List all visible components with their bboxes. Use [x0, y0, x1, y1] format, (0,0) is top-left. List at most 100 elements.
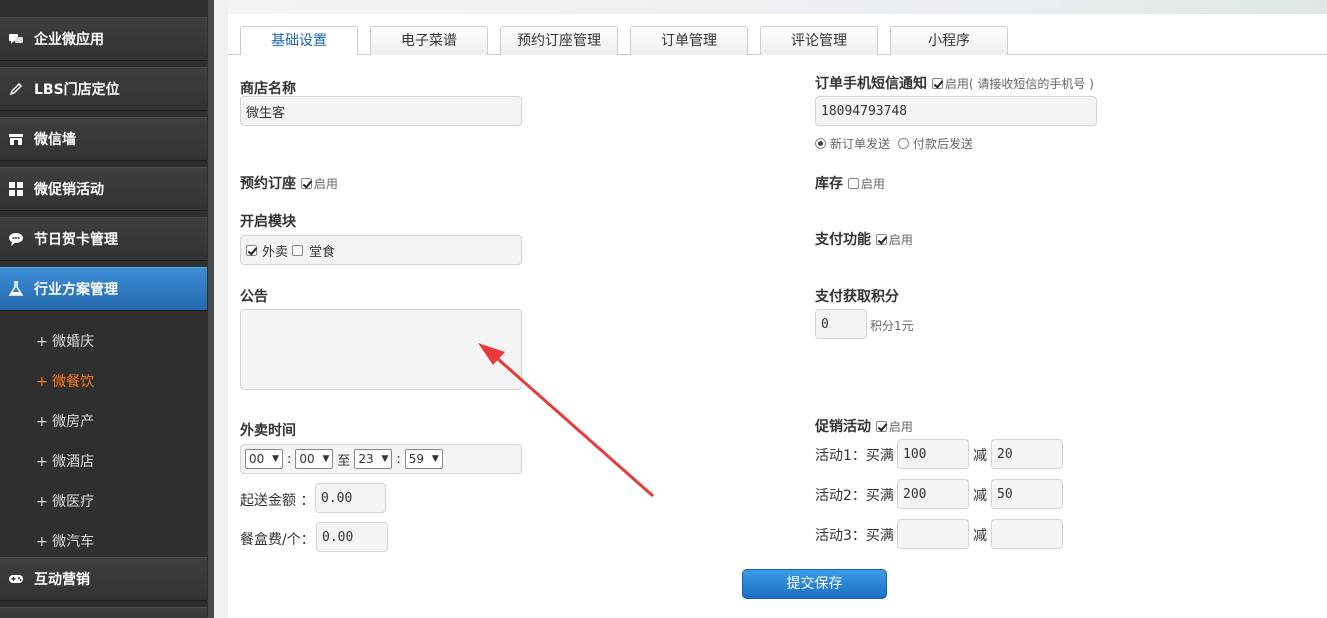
- flask-icon: [8, 281, 24, 297]
- nav-next[interactable]: [0, 607, 207, 618]
- sms-enable-text: 启用: [944, 77, 969, 91]
- tab-reviews[interactable]: 评论管理: [760, 26, 878, 55]
- tab-orders[interactable]: 订单管理: [630, 26, 748, 55]
- promo-checkbox[interactable]: [875, 421, 887, 432]
- promo-1-cut-input[interactable]: 20: [991, 439, 1063, 469]
- speech-icon: [8, 231, 24, 247]
- sms-label: 订单手机短信通知 启用( 请接收短信的手机号 ): [815, 73, 1094, 93]
- sms-checkbox[interactable]: [931, 78, 943, 89]
- nav-label: 节日贺卡管理: [34, 232, 118, 248]
- tab-reservations[interactable]: 预约订座管理: [500, 26, 618, 55]
- sub-item-real-estate[interactable]: + 微房产: [36, 411, 94, 431]
- new-order-radio[interactable]: [815, 138, 826, 149]
- promo-2-minus: 减: [973, 488, 987, 504]
- nav-promotion[interactable]: 微促销活动: [0, 167, 207, 211]
- nav-wechat-wall[interactable]: 微信墙: [0, 117, 207, 161]
- sms-send-options: 新订单发送 付款后发送: [815, 135, 973, 152]
- dinein-label: 堂食: [309, 244, 336, 260]
- to-hour-select[interactable]: 23 ▼: [354, 449, 393, 469]
- sms-hint: ( 请接收短信的手机号 ): [968, 77, 1094, 91]
- to-minute-select[interactable]: 59 ▼: [404, 449, 443, 469]
- box-fee-value: 0.00: [322, 529, 354, 545]
- payment-label-text: 支付功能: [815, 232, 871, 248]
- gamepad-icon: [8, 571, 24, 587]
- chat-bubbles-icon: [8, 31, 24, 47]
- top-band: [228, 0, 1327, 14]
- sub-item-auto[interactable]: + 微汽车: [36, 531, 94, 551]
- nav-industry-solutions[interactable]: 行业方案管理: [0, 267, 207, 311]
- nav-label: 互动营销: [34, 572, 90, 588]
- points-unit: 积分1元: [870, 319, 914, 333]
- nav-holiday-cards[interactable]: 节日贺卡管理: [0, 217, 207, 261]
- nav-interactive-marketing[interactable]: 互动营销: [0, 557, 207, 601]
- promo-2-cut-value: 50: [997, 486, 1013, 502]
- grid-icon: [8, 181, 24, 197]
- min-amount-value: 0.00: [321, 490, 353, 506]
- promo-3-label: 活动3：买满: [815, 528, 894, 544]
- to-hour-value: 23: [358, 452, 374, 466]
- min-amount-label: 起送金额 ：: [240, 493, 315, 509]
- points-label: 支付获取积分: [815, 289, 899, 305]
- sub-item-hotel[interactable]: + 微酒店: [36, 451, 94, 471]
- from-hour-select[interactable]: 00 ▼: [245, 449, 283, 469]
- promo-3-full-input[interactable]: [897, 519, 969, 549]
- stock-checkbox[interactable]: [847, 178, 859, 189]
- sms-phone-input[interactable]: 18094793748: [815, 96, 1097, 126]
- points-value: 0: [821, 316, 829, 332]
- points-input[interactable]: 0: [815, 309, 867, 339]
- tab-bar: 基础设置 电子菜谱 预约订座管理 订单管理 评论管理 小程序: [240, 26, 1020, 55]
- nav-enterprise-apps[interactable]: 企业微应用: [0, 17, 207, 61]
- takeout-checkbox[interactable]: [246, 244, 257, 256]
- payment-checkbox[interactable]: [875, 234, 887, 245]
- tab-mini-program[interactable]: 小程序: [890, 26, 1008, 55]
- nav-label: 微促销活动: [34, 182, 104, 198]
- main-content: 基础设置 电子菜谱 预约订座管理 订单管理 评论管理 小程序 商店名称 微生客 …: [214, 0, 1327, 618]
- sms-label-text: 订单手机短信通知: [815, 76, 927, 92]
- store-icon: [8, 131, 24, 147]
- after-pay-radio[interactable]: [897, 138, 909, 149]
- tab-e-menu[interactable]: 电子菜谱: [370, 26, 488, 55]
- sub-item-medical[interactable]: + 微医疗: [36, 491, 94, 511]
- promo-2-cut-input[interactable]: 50: [991, 479, 1063, 509]
- min-amount-input[interactable]: 0.00: [315, 483, 386, 513]
- promo-3-cut-input[interactable]: [991, 519, 1063, 549]
- reservation-checkbox[interactable]: [300, 178, 312, 189]
- sms-phone-value: 18094793748: [821, 103, 908, 119]
- submit-save-button[interactable]: 提交保存: [742, 569, 887, 599]
- after-pay-label: 付款后发送: [912, 137, 973, 151]
- reservation-enable-text: 启用: [313, 177, 338, 191]
- tab-basic-settings[interactable]: 基础设置: [240, 26, 358, 55]
- nav-lbs-location[interactable]: LBS门店定位: [0, 67, 207, 111]
- nav-label: 行业方案管理: [34, 282, 118, 298]
- promo-1-minus: 减: [973, 448, 987, 464]
- from-minute-value: 00: [299, 452, 315, 466]
- to-minute-value: 59: [408, 452, 425, 466]
- stock-enable-text: 启用: [860, 177, 885, 191]
- modules-label: 开启模块: [240, 214, 296, 230]
- promo-enable-text: 启用: [888, 420, 913, 434]
- chevron-down-icon: ▼: [322, 454, 330, 464]
- chevron-down-icon: ▼: [431, 454, 439, 464]
- takeout-label: 外卖: [262, 244, 289, 260]
- shop-name-input[interactable]: 微生客: [240, 96, 522, 126]
- from-minute-select[interactable]: 00 ▼: [295, 449, 334, 469]
- box-fee-label: 餐盒费/个：: [240, 532, 315, 548]
- sub-item-catering[interactable]: + 微餐饮: [36, 371, 94, 391]
- promo-2-full-value: 200: [903, 486, 927, 502]
- promo-1-full-value: 100: [903, 446, 927, 462]
- promo-2-full-input[interactable]: 200: [897, 479, 969, 509]
- takeout-time-label: 外卖时间: [240, 423, 296, 439]
- box-fee-input[interactable]: 0.00: [316, 522, 388, 552]
- takeout-time-box: 00 ▼ : 00 ▼ 至 23 ▼ : 59 ▼: [240, 444, 522, 474]
- nav-label: LBS门店定位: [34, 82, 120, 98]
- stock-label: 库存 启用: [815, 173, 885, 193]
- dinein-checkbox[interactable]: [292, 244, 304, 256]
- promo-1-full-input[interactable]: 100: [897, 439, 969, 469]
- pencil-icon: [8, 81, 24, 97]
- sub-item-wedding[interactable]: + 微婚庆: [36, 331, 94, 351]
- chevron-down-icon: ▼: [381, 454, 389, 464]
- nav-label: 企业微应用: [34, 32, 104, 48]
- payment-label: 支付功能 启用: [815, 229, 913, 249]
- notice-textarea[interactable]: [240, 309, 522, 390]
- new-order-label: 新订单发送: [830, 137, 891, 151]
